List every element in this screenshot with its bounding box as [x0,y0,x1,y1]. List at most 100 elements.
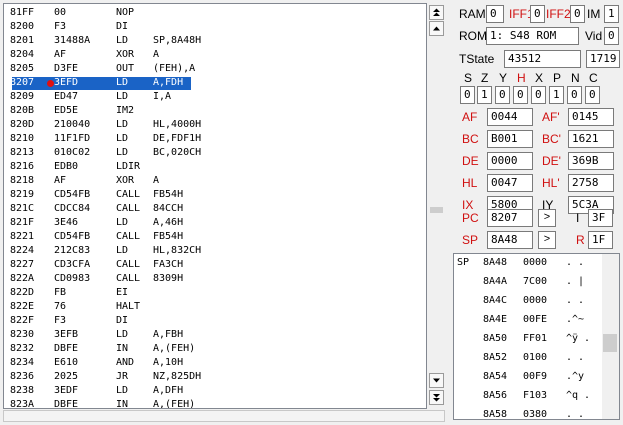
disasm-address: 821F [10,217,35,228]
vid-label: Vid [585,29,603,43]
disasm-bytes: E610 [54,357,79,368]
double-down-arrow-icon [433,394,440,402]
disasm-address: 8219 [10,189,35,200]
tstate-label: TState [459,52,495,66]
memory-scroll-thumb[interactable] [603,334,617,352]
disasm-operands: 8309H [153,273,184,284]
memory-row[interactable]: 8A52 0100 . . [454,350,604,369]
vid-field[interactable]: 0 [604,27,619,45]
i-field[interactable]: 3F [588,209,613,227]
memory-address: 8A48 [483,257,508,268]
disasm-mnemonic: NOP [116,7,135,18]
memory-row[interactable]: 8A4C 0000 . . [454,293,604,312]
disasm-bytes: FB [54,287,67,298]
disasm-address: 8216 [10,161,35,172]
reg-field-af[interactable]: 0044 [487,108,533,126]
memory-value: 00F9 [523,371,548,382]
flag-field-x[interactable]: 0 [531,86,546,104]
disasm-mnemonic: DI [116,315,129,326]
disasm-row[interactable]: 823A DBFE IN A,(FEH) [4,397,426,408]
memory-row[interactable]: 8A4A 7C00 . | [454,274,604,293]
reg-field-af-alt[interactable]: 0145 [568,108,614,126]
memory-row[interactable]: 8A58 0380 . . [454,407,604,420]
sp-goto-button[interactable]: > [538,231,556,249]
disasm-operands: A [153,175,160,186]
memory-view[interactable]: SP 8A48 0000 . . 8A4A 7C00 . | 8A4C 0000 . . 8A4E 0… [453,253,620,420]
disasm-bytes: CD54FB [54,189,91,200]
memory-row[interactable]: 8A54 00F9 .^y [454,369,604,388]
sp-field[interactable]: 8A48 [487,231,533,249]
memory-chars: . . [566,409,585,420]
breakpoint-icon[interactable] [47,80,54,87]
im-field[interactable]: 1 [604,5,619,23]
memory-row[interactable]: 8A56 F103 ^q . [454,388,604,407]
reg-field-hl-alt[interactable]: 2758 [568,174,614,192]
r-field[interactable]: 1F [588,231,613,249]
memory-row[interactable]: 8A4E 00FE .^~ [454,312,604,331]
reg-field-de[interactable]: 0000 [487,152,533,170]
disasm-mnemonic: LD [116,245,129,256]
flag-label-z: Z [481,71,489,85]
scroll-up-button[interactable] [429,21,444,36]
iff1-field[interactable]: 0 [530,5,545,23]
pc-field[interactable]: 8207 [487,209,533,227]
flag-field-h[interactable]: 0 [513,86,528,104]
reg-field-de-alt[interactable]: 369B [568,152,614,170]
flag-field-y[interactable]: 0 [495,86,510,104]
disassembly-hscroll[interactable] [3,410,445,422]
disasm-address: 8213 [10,147,35,158]
memory-value: F103 [523,390,548,401]
memory-scrollbar[interactable] [602,254,619,419]
memory-address: 8A56 [483,390,508,401]
tstate-extra-field[interactable]: 1719 [586,50,620,68]
disasm-address: 8234 [10,357,35,368]
iff2-field[interactable]: 0 [570,5,585,23]
disasm-address: 8200 [10,21,35,32]
ram-field[interactable]: 0 [486,5,504,23]
reg-field-bc-alt[interactable]: 1621 [568,130,614,148]
disasm-address: 8204 [10,49,35,60]
memory-chars: ^ÿ . [566,333,591,344]
memory-row[interactable]: 8A50 FF01 ^ÿ . [454,331,604,350]
rom-label: ROM [459,29,487,43]
disasm-operands: A,FDH [153,77,184,88]
disasm-bytes: 11F1FD [54,133,91,144]
disasm-address: 8230 [10,329,35,340]
reg-label-hl-alt: HL' [542,176,560,190]
flag-field-s[interactable]: 0 [460,86,475,104]
reg-field-bc[interactable]: B001 [487,130,533,148]
disassembly-scrollbar[interactable] [428,3,445,409]
sp-label: SP [462,233,479,247]
disassembly-list[interactable]: 81FF 00 NOP 8200 F3 DI 8201 31488A LD SP,8A48H 820… [3,3,427,409]
pc-goto-button[interactable]: > [538,209,556,227]
disasm-mnemonic: CALL [116,259,141,270]
disasm-operands: A,10H [153,357,184,368]
disasm-operands: 84CCH [153,203,184,214]
memory-value: 0380 [523,409,548,420]
disasm-bytes: DBFE [54,343,79,354]
flag-field-c[interactable]: 0 [585,86,600,104]
scroll-down-button[interactable] [429,373,444,388]
flag-field-n[interactable]: 0 [567,86,582,104]
scroll-thumb[interactable] [430,207,443,213]
disasm-address: 822E [10,301,35,312]
memory-address: 8A54 [483,371,508,382]
scroll-bottom-button[interactable] [429,390,444,405]
flag-field-z[interactable]: 1 [477,86,492,104]
rom-select[interactable]: 1: S48 ROM [486,27,579,45]
memory-chars: . . [566,257,585,268]
disasm-bytes: CD3CFA [54,259,91,270]
ram-label: RAM [459,7,486,21]
flag-field-p[interactable]: 1 [549,86,564,104]
disasm-mnemonic: DI [116,21,129,32]
reg-field-hl[interactable]: 0047 [487,174,533,192]
disasm-bytes: AF [54,175,67,186]
scroll-top-button[interactable] [429,5,444,20]
i-label: I [576,211,580,225]
tstate-field[interactable]: 43512 [504,50,581,68]
disasm-bytes: 3EFB [54,329,79,340]
disasm-operands: HL,4000H [153,119,202,130]
reg-label-de: DE [462,154,479,168]
pc-label: PC [462,211,479,225]
memory-row[interactable]: SP 8A48 0000 . . [454,255,604,274]
